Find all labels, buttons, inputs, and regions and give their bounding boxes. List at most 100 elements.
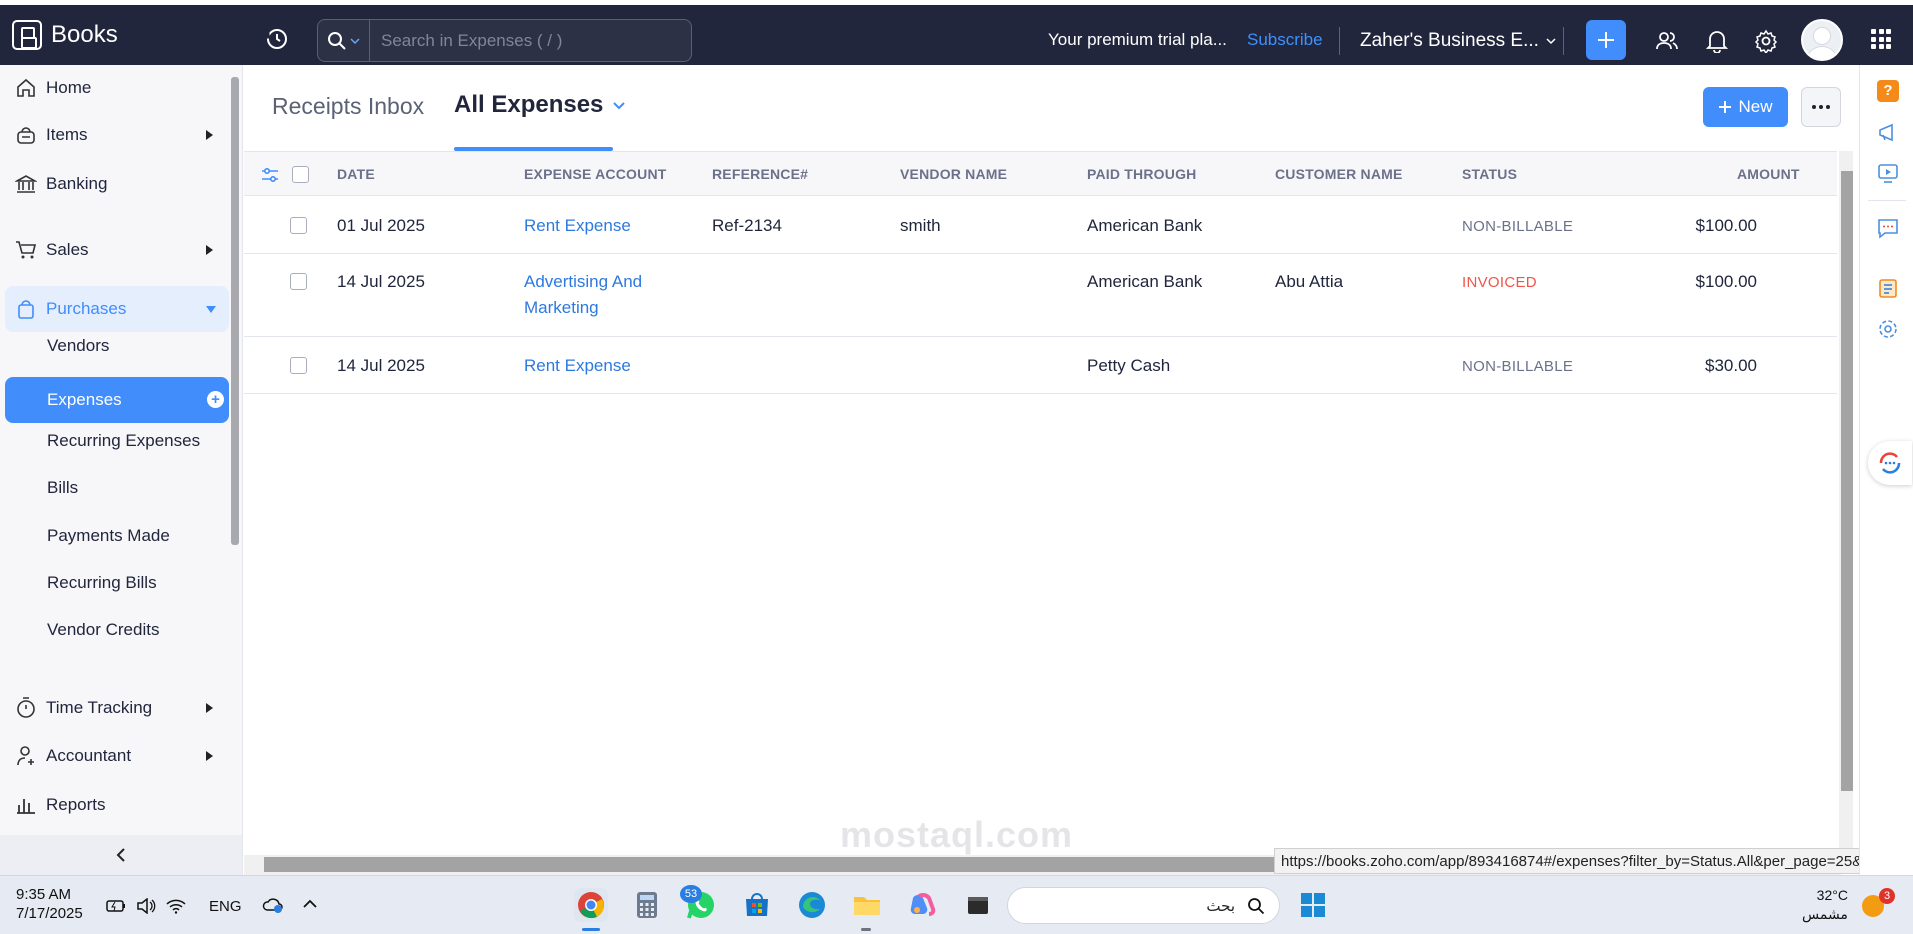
chat-icon[interactable] [1877,217,1899,239]
tab-all-expenses-label: All Expenses [454,91,604,118]
assist-button[interactable] [1868,441,1912,485]
onedrive-sync-icon[interactable] [262,896,284,914]
chevron-right-icon [206,703,213,713]
app-logo[interactable]: Books [12,20,118,50]
column-expense-account[interactable]: EXPENSE ACCOUNT [524,166,667,182]
battery-icon[interactable] [106,898,126,914]
bell-icon[interactable] [1705,29,1729,53]
column-date[interactable]: DATE [337,166,375,182]
calculator-icon[interactable] [630,888,664,922]
new-button-label: New [1738,97,1773,116]
search-bar[interactable]: Search in Expenses ( / ) [317,19,692,62]
column-reference[interactable]: REFERENCE# [712,166,808,182]
terminal-icon[interactable] [961,888,995,922]
row-paid-through: American Bank [1087,272,1203,291]
user-avatar[interactable] [1801,19,1843,61]
collapse-sidebar-button[interactable] [0,835,242,875]
search-icon [328,31,346,50]
stopwatch-icon [15,697,37,719]
org-switcher[interactable]: Zaher's Business E... [1360,30,1556,52]
notes-icon[interactable] [1877,277,1899,299]
column-settings-icon[interactable] [261,166,279,184]
right-rail: ? [1859,65,1913,875]
app-grid-icon[interactable] [1871,29,1891,49]
tab-all-expenses[interactable]: All Expenses [454,91,626,119]
edge-icon[interactable] [795,888,829,922]
gear-icon[interactable] [1754,29,1778,53]
wifi-icon[interactable] [166,898,186,914]
store-icon[interactable] [740,888,774,922]
books-logo-icon [12,20,42,50]
chevron-up-icon[interactable] [302,898,318,910]
vertical-scrollbar-thumb[interactable] [1841,171,1853,791]
row-checkbox[interactable] [290,357,307,374]
temperature: 32°C [1816,887,1848,903]
divider [1868,200,1906,201]
table-row[interactable]: 14 Jul 2025 Advertising And Marketing Am… [244,254,1837,337]
column-paid-through[interactable]: PAID THROUGH [1087,166,1196,182]
plus-icon [1598,32,1614,48]
taskbar-search[interactable]: بحث [1007,887,1280,924]
chevron-down-icon [613,101,626,109]
table-row[interactable]: 14 Jul 2025 Rent Expense Petty Cash NON-… [244,337,1837,394]
recent-history-icon[interactable] [264,26,290,52]
language-indicator[interactable]: ENG [209,898,242,915]
file-explorer-icon[interactable] [850,888,884,922]
row-checkbox[interactable] [290,273,307,290]
horizontal-scrollbar-thumb[interactable] [264,857,1274,872]
windows-start-icon[interactable] [1296,888,1330,922]
subscribe-link[interactable]: Subscribe [1247,30,1323,50]
users-icon[interactable] [1655,29,1679,53]
notification-badge: 3 [1879,888,1895,904]
add-expense-icon[interactable]: + [207,391,224,408]
row-expense-account[interactable]: Advertising And [524,272,642,292]
clock[interactable]: 9:35 AM 7/17/2025 [16,885,83,923]
divider [1339,27,1340,55]
bar-chart-icon [15,794,37,816]
settings-cog-icon[interactable] [1877,318,1899,340]
sidebar-item-label: Banking [46,174,108,193]
copilot-icon[interactable] [905,888,939,922]
search-input[interactable]: Search in Expenses ( / ) [370,31,562,51]
weather-widget[interactable]: 32°C مشمس [1802,886,1848,924]
column-vendor-name[interactable]: VENDOR NAME [900,166,1007,182]
table-row[interactable]: 01 Jul 2025 Rent Expense Ref-2134 smith … [244,196,1837,254]
running-app-indicator [861,928,871,931]
select-all-checkbox[interactable] [292,166,309,183]
column-customer-name[interactable]: CUSTOMER NAME [1275,166,1403,182]
new-expense-button[interactable]: New [1703,87,1788,127]
column-amount[interactable]: AMOUNT [1737,166,1800,182]
sidebar-item-label: Payments Made [47,526,170,545]
row-expense-account[interactable]: Rent Expense [524,356,631,376]
row-amount: $100.00 [1695,272,1757,291]
quick-create-button[interactable] [1586,20,1626,60]
cart-icon [15,239,37,261]
basket-icon [15,124,37,146]
clock-time: 9:35 AM [16,886,72,903]
row-vendor: smith [900,216,941,235]
home-icon [15,77,37,99]
chrome-icon[interactable] [574,888,608,922]
row-customer: Abu Attia [1275,272,1344,291]
more-options-button[interactable] [1801,87,1841,127]
megaphone-icon[interactable] [1877,121,1899,143]
sidebar-item-label: Recurring Expenses [47,431,201,450]
video-tutorial-icon[interactable] [1877,162,1899,184]
row-checkbox[interactable] [290,217,307,234]
sidebar-item-purchases[interactable]: Purchases [5,286,229,332]
sidebar-item-expenses[interactable]: Expenses + [5,377,229,423]
sidebar-item-label: Bills [47,478,79,497]
search-filter-dropdown[interactable] [318,20,370,61]
row-expense-account-cont[interactable]: Marketing [524,298,599,318]
row-date: 14 Jul 2025 [337,272,425,291]
tab-receipts-inbox[interactable]: Receipts Inbox [272,93,424,120]
volume-icon[interactable] [136,898,156,914]
plus-icon [1719,101,1732,113]
bank-icon [15,173,37,195]
row-expense-account[interactable]: Rent Expense [524,216,631,236]
sidebar-scrollbar[interactable] [231,77,239,545]
column-status[interactable]: STATUS [1462,166,1517,182]
sidebar-item-label: Sales [46,240,89,259]
help-icon[interactable]: ? [1877,80,1899,102]
sidebar-item-label: Expenses [47,390,122,409]
